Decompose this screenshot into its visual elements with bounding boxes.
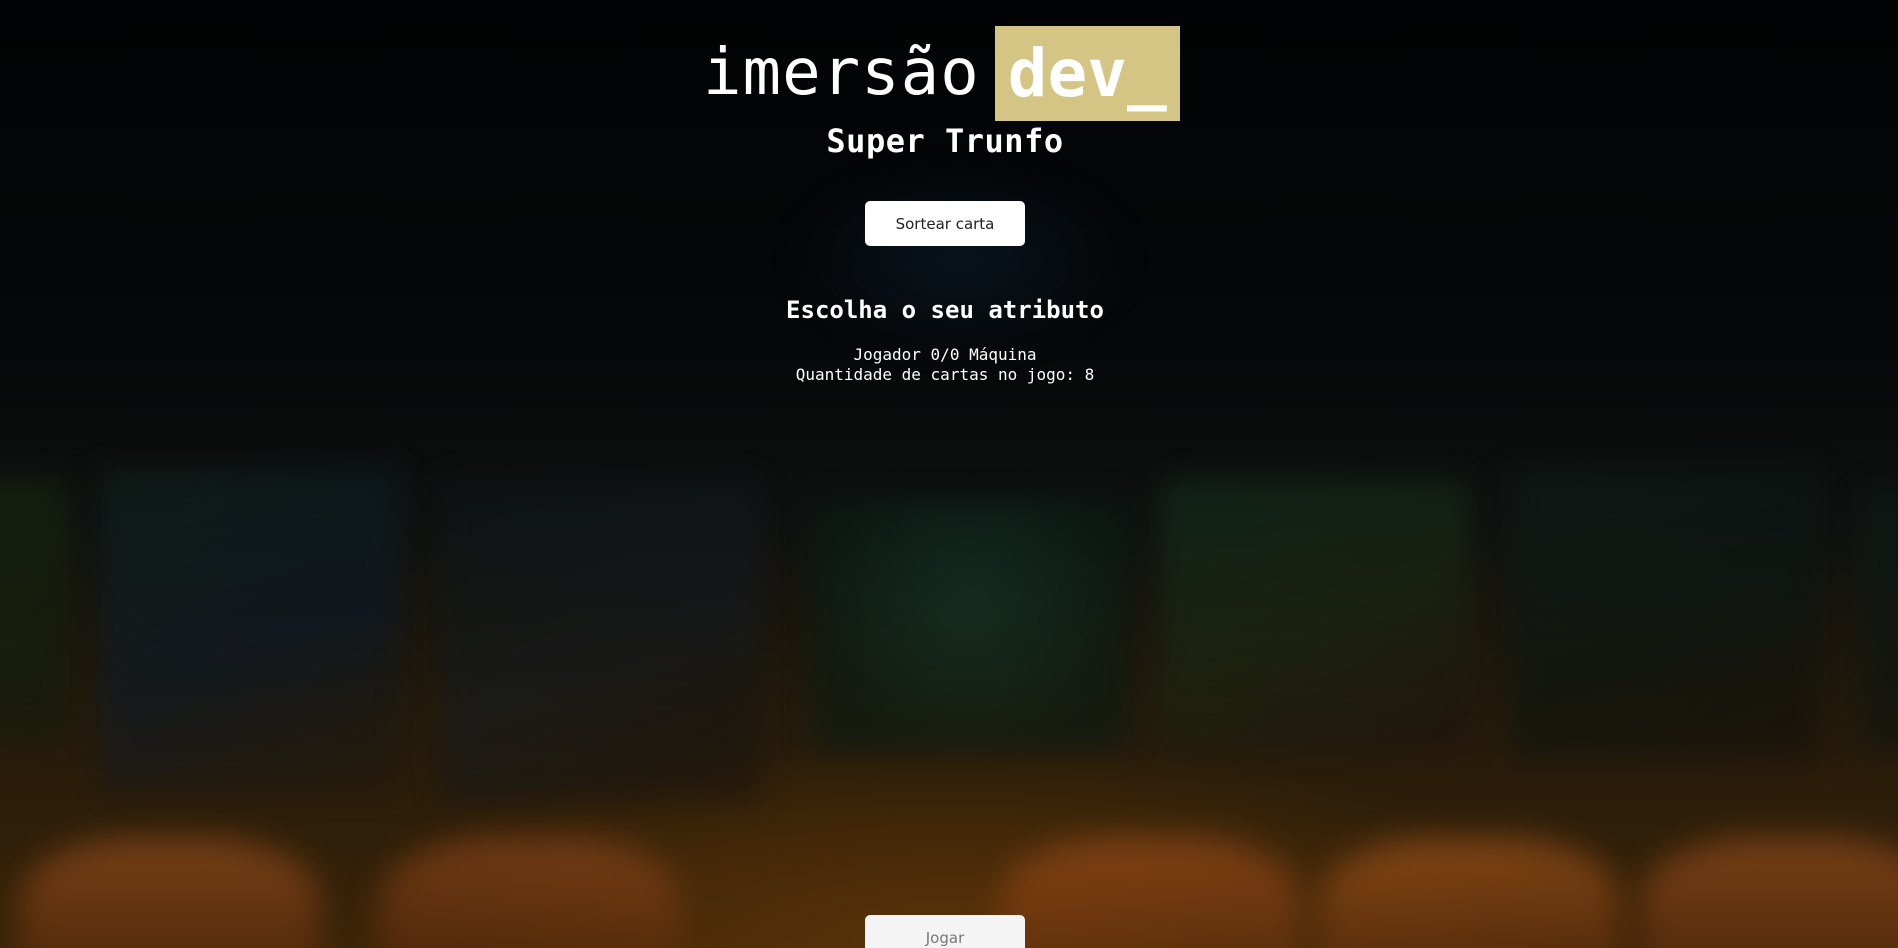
logo-highlight: dev_	[994, 26, 1180, 121]
choose-attribute-heading: Escolha o seu atributo	[786, 296, 1104, 324]
score-line: Jogador 0/0 Máquina	[853, 345, 1037, 364]
main-content: imersão dev_ Super Trunfo Sortear carta …	[0, 0, 1898, 948]
cards-count: Quantidade de cartas no jogo: 8	[795, 365, 1095, 384]
logo-word: imersão	[703, 36, 980, 110]
page-title: Super Trunfo	[826, 122, 1064, 160]
score-panel: Jogador 0/0 Máquina Quantidade de cartas…	[0, 345, 1890, 385]
draw-card-button[interactable]: Sortear carta	[865, 201, 1025, 246]
logo: imersão dev_	[703, 26, 1180, 121]
play-button[interactable]: Jogar	[865, 915, 1025, 948]
